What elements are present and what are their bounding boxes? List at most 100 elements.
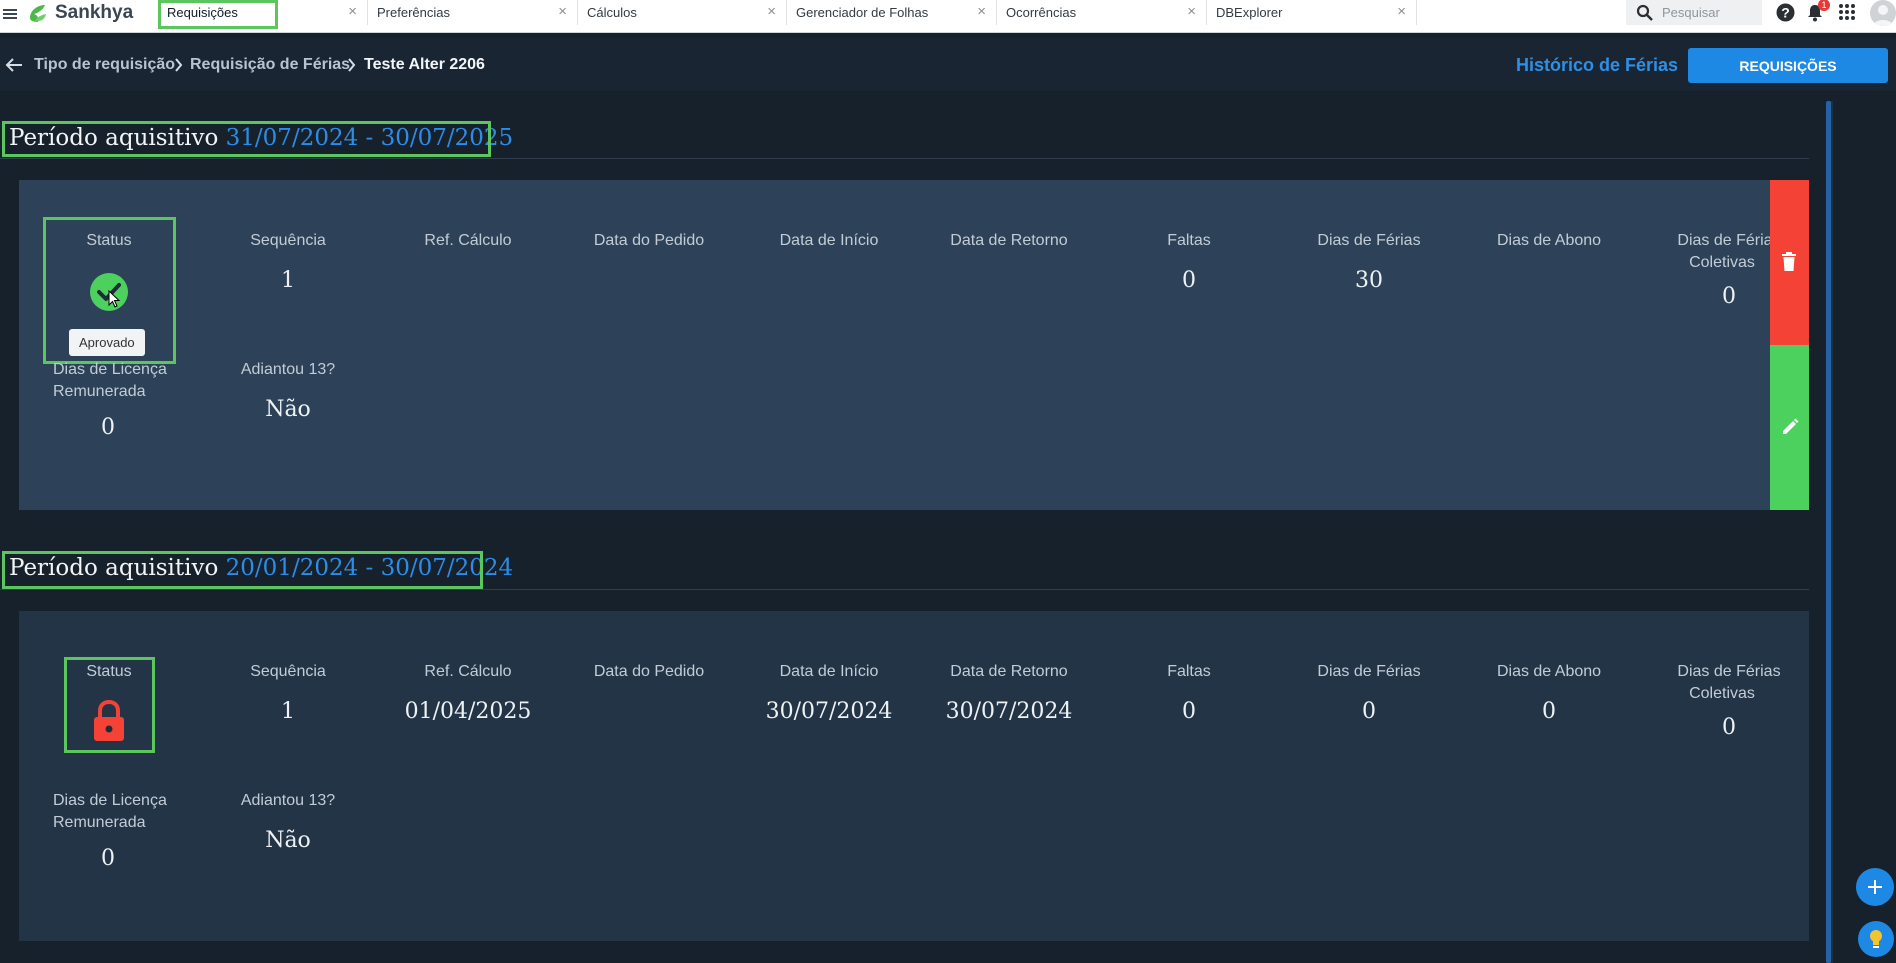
divider bbox=[0, 158, 1809, 159]
field-ref-calculo: Ref. Cálculo 01/04/2025 bbox=[393, 661, 543, 724]
field-value: 30/07/2024 bbox=[765, 699, 893, 724]
top-tab-bar: Sankhya Requisições × Preferências × Cál… bbox=[0, 0, 1896, 33]
field-value: Não bbox=[265, 828, 311, 853]
notification-badge: 1 bbox=[1818, 0, 1830, 11]
field-value: 1 bbox=[281, 268, 295, 293]
apps-grid-icon[interactable] bbox=[1838, 3, 1856, 21]
status-highlight bbox=[64, 657, 155, 753]
field-value: 30/07/2024 bbox=[945, 699, 1073, 724]
field-dias-de-licenca-remunerada: Dias de Licença Remunerada 0 bbox=[53, 359, 203, 440]
requisicoes-button[interactable]: REQUISIÇÕES bbox=[1688, 48, 1888, 83]
delete-button[interactable] bbox=[1770, 180, 1809, 345]
tab-label: Gerenciador de Folhas bbox=[796, 5, 929, 20]
period-title-highlight bbox=[2, 121, 491, 157]
field-label: Data de Início bbox=[779, 663, 879, 680]
tab-close-icon[interactable]: × bbox=[348, 4, 357, 19]
field-label: Data de Retorno bbox=[950, 232, 1068, 249]
tab-label: Ocorrências bbox=[1006, 5, 1077, 20]
field-label: Dias de Abono bbox=[1496, 232, 1602, 249]
field-label-line: Dias de Férias bbox=[1677, 232, 1770, 249]
tab-gerenciador-de-folhas[interactable]: Gerenciador de Folhas × bbox=[787, 0, 997, 25]
field-label: Data do Pedido bbox=[593, 232, 705, 249]
tab-label: Cálculos bbox=[587, 5, 637, 20]
scrollbar-thumb[interactable] bbox=[1826, 101, 1831, 963]
field-label: Dias de Férias Coletivas bbox=[1654, 230, 1770, 274]
field-value: 0 bbox=[101, 415, 115, 440]
field-label-line: Coletivas bbox=[1689, 685, 1755, 702]
tab-calculos[interactable]: Cálculos × bbox=[578, 0, 787, 25]
user-icon bbox=[1873, 5, 1893, 26]
field-data-do-pedido: Data do Pedido bbox=[574, 661, 724, 699]
plus-icon bbox=[1868, 880, 1882, 894]
field-label-line: Dias de Férias bbox=[1677, 663, 1781, 680]
tab-close-icon[interactable]: × bbox=[1397, 4, 1406, 19]
search-field[interactable]: Pesquisar bbox=[1626, 0, 1762, 25]
field-label: Dias de Férias bbox=[1317, 663, 1421, 680]
field-label: Faltas bbox=[1167, 232, 1211, 249]
field-label: Data de Início bbox=[779, 232, 879, 249]
field-label: Ref. Cálculo bbox=[424, 232, 512, 249]
field-dias-de-ferias: Dias de Férias 30 bbox=[1294, 230, 1444, 293]
field-value: 0 bbox=[1722, 284, 1736, 309]
field-label: Dias de Férias bbox=[1317, 232, 1421, 249]
page-header: Tipo de requisição Requisição de Férias … bbox=[0, 38, 1896, 91]
search-icon bbox=[1636, 4, 1653, 21]
breadcrumb-current: Teste Alter 2206 bbox=[364, 56, 485, 73]
field-sequencia: Sequência 1 bbox=[213, 230, 363, 293]
field-ref-calculo: Ref. Cálculo bbox=[393, 230, 543, 268]
field-label-line: Remunerada bbox=[53, 814, 146, 831]
add-fab-button[interactable] bbox=[1856, 868, 1894, 906]
field-label: Dias de Licença Remunerada bbox=[53, 790, 203, 834]
trash-icon bbox=[1782, 252, 1796, 271]
tab-close-icon[interactable]: × bbox=[1187, 4, 1196, 19]
svg-text:?: ? bbox=[1781, 5, 1790, 21]
field-dias-de-abono: Dias de Abono bbox=[1474, 230, 1624, 268]
edit-button[interactable] bbox=[1770, 345, 1809, 510]
tab-preferencias[interactable]: Preferências × bbox=[368, 0, 578, 25]
tab-close-icon[interactable]: × bbox=[558, 4, 567, 19]
user-avatar[interactable] bbox=[1870, 0, 1896, 26]
field-label: Sequência bbox=[250, 232, 326, 249]
active-tab-highlight bbox=[158, 0, 278, 29]
menu-icon[interactable] bbox=[2, 6, 18, 22]
breadcrumb-requisicao-de-ferias[interactable]: Requisição de Férias bbox=[190, 56, 350, 74]
field-value: Não bbox=[265, 397, 311, 422]
period-title-highlight bbox=[2, 551, 483, 589]
chevron-right-icon bbox=[348, 58, 356, 72]
field-value: 0 bbox=[101, 846, 115, 871]
field-sequencia: Sequência 1 bbox=[213, 661, 363, 724]
field-faltas: Faltas 0 bbox=[1114, 661, 1264, 724]
field-label-line: Coletivas bbox=[1689, 254, 1755, 271]
field-label: Ref. Cálculo bbox=[424, 663, 512, 680]
tab-label: Preferências bbox=[377, 5, 450, 20]
field-data-de-inicio: Data de Início bbox=[754, 230, 904, 268]
brand-name: Sankhya bbox=[55, 2, 134, 23]
field-dias-de-ferias: Dias de Férias 0 bbox=[1294, 661, 1444, 724]
back-arrow-icon[interactable] bbox=[5, 57, 23, 73]
tab-close-icon[interactable]: × bbox=[977, 4, 986, 19]
help-icon[interactable]: ? bbox=[1776, 3, 1795, 22]
tab-ocorrencias[interactable]: Ocorrências × bbox=[997, 0, 1207, 25]
field-dias-de-licenca-remunerada: Dias de Licença Remunerada 0 bbox=[53, 790, 203, 871]
tab-label: DBExplorer bbox=[1216, 5, 1283, 20]
tab-dbexplorer[interactable]: DBExplorer × bbox=[1207, 0, 1417, 25]
logo[interactable]: Sankhya bbox=[26, 1, 133, 25]
field-value: 1 bbox=[281, 699, 295, 724]
search-placeholder: Pesquisar bbox=[1662, 5, 1720, 20]
field-label: Data de Retorno bbox=[950, 663, 1068, 680]
field-label-line: Dias de Licença bbox=[53, 792, 167, 809]
field-dias-de-ferias-coletivas: Dias de Férias Coletivas 0 bbox=[1654, 230, 1770, 309]
tab-close-icon[interactable]: × bbox=[767, 4, 776, 19]
field-value: 0 bbox=[1182, 268, 1196, 293]
field-value: 0 bbox=[1362, 699, 1376, 724]
field-adiantou-13: Adiantou 13? Não bbox=[213, 790, 363, 853]
field-value: 30 bbox=[1355, 268, 1383, 293]
historico-de-ferias-link[interactable]: Histórico de Férias bbox=[1516, 55, 1678, 76]
field-data-de-retorno: Data de Retorno bbox=[934, 230, 1084, 268]
chevron-right-icon bbox=[175, 58, 183, 72]
field-label: Dias de Licença Remunerada bbox=[53, 359, 203, 403]
field-label-line: Remunerada bbox=[53, 383, 146, 400]
breadcrumb-tipo-de-requisicao[interactable]: Tipo de requisição bbox=[34, 56, 175, 74]
tips-fab-button[interactable] bbox=[1858, 921, 1894, 957]
field-faltas: Faltas 0 bbox=[1114, 230, 1264, 293]
